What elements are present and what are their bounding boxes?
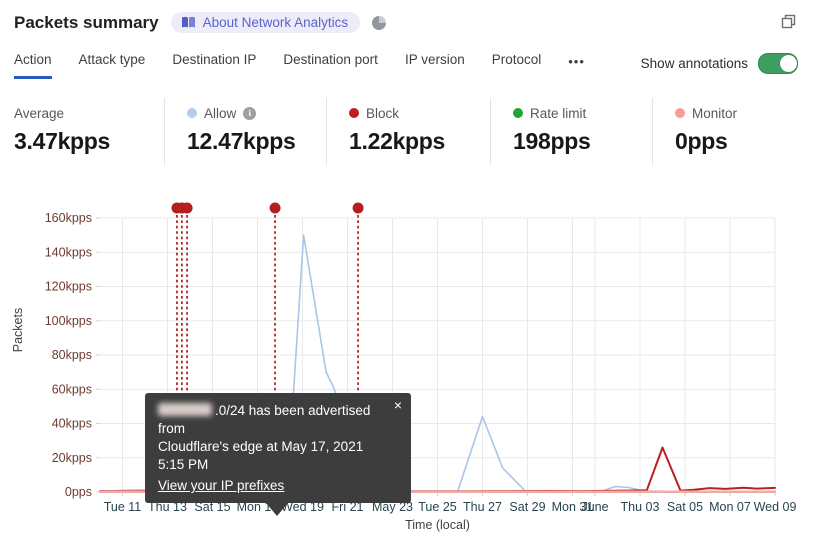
view-ip-prefixes-link[interactable]: View your IP prefixes: [158, 477, 284, 495]
info-icon[interactable]: i: [243, 106, 257, 120]
toggle-knob: [779, 54, 797, 72]
y-tick-label: 80kpps: [52, 348, 92, 362]
show-annotations-label: Show annotations: [640, 56, 748, 71]
x-axis-title: Time (local): [405, 518, 470, 532]
tooltip-line2: Cloudflare's edge at May 17, 2021 5:15 P…: [158, 439, 364, 472]
tab-protocol[interactable]: Protocol: [492, 52, 542, 76]
x-tick-label: Thu 03: [621, 500, 660, 514]
show-annotations-control: Show annotations: [641, 53, 798, 74]
more-tabs-ellipsis-icon[interactable]: •••: [568, 52, 585, 69]
rate-limit-dot-icon: [513, 108, 523, 118]
stat-rate-limit: Rate limit 198pps: [490, 98, 652, 165]
y-tick-label: 60kpps: [52, 382, 92, 396]
page-header: Packets summary About Network Analytics: [14, 12, 387, 33]
stats-row: Average 3.47kpps Allow i 12.47kpps Block…: [0, 98, 816, 165]
annotation-dot[interactable]: [352, 202, 364, 214]
tab-action[interactable]: Action: [14, 52, 52, 79]
tab-destination-ip[interactable]: Destination IP: [172, 52, 256, 76]
show-annotations-toggle[interactable]: [758, 53, 798, 74]
pie-chart-icon[interactable]: [372, 15, 387, 30]
tooltip-caret: [266, 503, 288, 516]
book-icon: [181, 16, 196, 29]
stat-block-label: Block: [366, 105, 400, 121]
x-tick-label: Wed 09: [754, 500, 797, 514]
x-tick-label: Sat 29: [509, 500, 545, 514]
x-tick-label: Mon 07: [709, 500, 751, 514]
x-tick-label: June: [581, 500, 608, 514]
stat-monitor-value: 0pps: [675, 128, 728, 154]
stat-block-value: 1.22kpps: [349, 128, 446, 154]
stat-block: Block 1.22kpps: [326, 98, 490, 165]
open-in-new-window-icon[interactable]: [781, 14, 796, 29]
page-title: Packets summary: [14, 12, 159, 32]
stat-rate-limit-label: Rate limit: [530, 105, 587, 121]
tab-attack-type[interactable]: Attack type: [79, 52, 146, 76]
y-tick-label: 40kpps: [52, 417, 92, 431]
annotation-tooltip: × .0/24 has been advertised from Cloudfl…: [145, 393, 411, 516]
block-dot-icon: [349, 108, 359, 118]
y-tick-label: 120kpps: [45, 280, 92, 294]
x-tick-label: Tue 11: [104, 500, 142, 514]
stat-monitor: Monitor 0pps: [652, 98, 816, 165]
y-axis-title: Packets: [11, 308, 25, 352]
tab-destination-port[interactable]: Destination port: [283, 52, 378, 76]
y-tick-label: 140kpps: [45, 245, 92, 259]
tab-ip-version[interactable]: IP version: [405, 52, 465, 76]
summary-tabs: Action Attack type Destination IP Destin…: [14, 52, 585, 79]
close-icon[interactable]: ×: [394, 398, 402, 412]
x-tick-label: Thu 27: [463, 500, 502, 514]
stat-average-label: Average: [14, 105, 65, 121]
stat-allow: Allow i 12.47kpps: [164, 98, 326, 165]
tooltip-line1: .0/24 has been advertised from: [158, 403, 371, 436]
annotation-dot[interactable]: [269, 202, 281, 214]
y-tick-label: 100kpps: [45, 314, 92, 328]
annotation-dot[interactable]: [181, 202, 193, 214]
stat-allow-value: 12.47kpps: [187, 128, 296, 154]
monitor-dot-icon: [675, 108, 685, 118]
y-tick-label: 160kpps: [45, 211, 92, 225]
redacted-ip-prefix: [158, 403, 212, 416]
about-network-analytics-badge[interactable]: About Network Analytics: [170, 12, 361, 33]
x-tick-label: Tue 25: [418, 500, 457, 514]
stat-rate-limit-value: 198pps: [513, 128, 591, 154]
x-tick-label: Sat 05: [667, 500, 703, 514]
y-tick-label: 20kpps: [52, 451, 92, 465]
stat-monitor-label: Monitor: [692, 105, 738, 121]
stat-average-value: 3.47kpps: [14, 128, 111, 154]
about-badge-label: About Network Analytics: [202, 15, 349, 30]
stat-average: Average 3.47kpps: [0, 98, 164, 165]
stat-allow-label: Allow: [204, 105, 237, 121]
allow-dot-icon: [187, 108, 197, 118]
y-tick-label: 0pps: [65, 485, 92, 499]
